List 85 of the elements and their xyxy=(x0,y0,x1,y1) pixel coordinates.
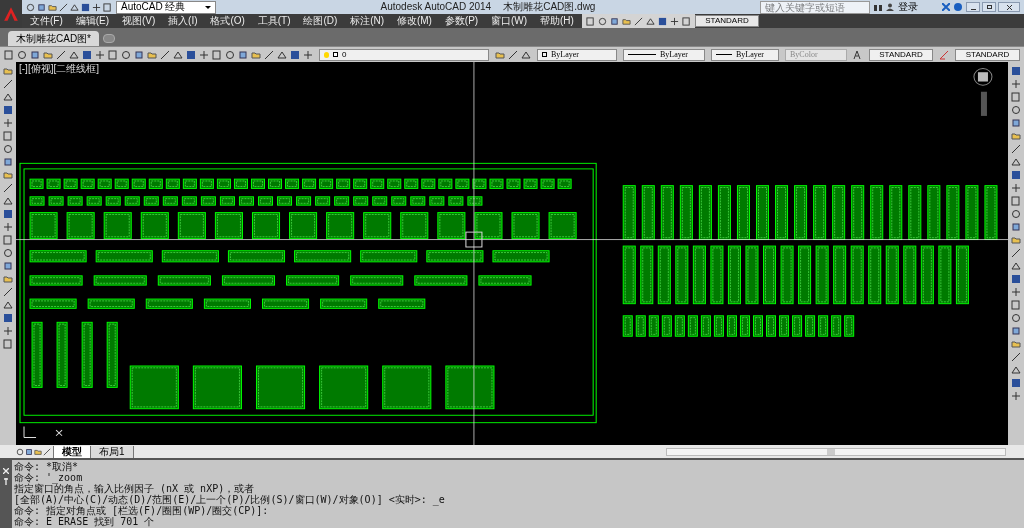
app-menu-button[interactable] xyxy=(0,0,22,28)
text-style-dropdown[interactable]: STANDARD xyxy=(869,48,933,61)
menu-item[interactable]: 文件(F) xyxy=(30,16,63,26)
toolbar-icon[interactable] xyxy=(521,49,531,60)
horizontal-scrollbar[interactable] xyxy=(666,447,1006,456)
toolbar-icon[interactable] xyxy=(225,49,235,60)
menu-item[interactable]: 插入(I) xyxy=(168,16,198,26)
layer-dropdown[interactable]: 0 xyxy=(319,48,489,61)
toolbar-icon[interactable] xyxy=(264,49,274,60)
toolbar-icon[interactable] xyxy=(56,49,66,60)
toolbar-icon[interactable] xyxy=(82,49,92,60)
toolbar-icon[interactable] xyxy=(1011,391,1021,401)
user-icon xyxy=(886,3,894,11)
layout-tab[interactable]: 模型 xyxy=(53,445,91,458)
minimize-button[interactable] xyxy=(966,2,980,12)
toolbar-icon[interactable] xyxy=(134,49,144,60)
maximize-button[interactable] xyxy=(982,2,996,12)
toolbar-icon[interactable] xyxy=(277,49,287,60)
toolbar-icon[interactable] xyxy=(95,49,105,60)
toolbar-icon[interactable] xyxy=(17,49,27,60)
sign-in-link[interactable]: 登录 xyxy=(898,2,938,12)
toolbar-icon[interactable] xyxy=(173,49,183,60)
menu-item[interactable]: 格式(O) xyxy=(210,16,245,26)
menu-item[interactable]: 工具(T) xyxy=(257,16,291,26)
lineweight-dropdown[interactable]: ByLayer xyxy=(711,48,779,61)
toolbar-icon[interactable] xyxy=(92,2,101,12)
app-logo-icon xyxy=(3,6,19,22)
drawing-canvas[interactable]: [-][俯视][二维线框] xyxy=(16,62,1008,445)
menu-item[interactable]: 编辑(E) xyxy=(75,16,109,26)
toolbar-icon[interactable] xyxy=(3,222,13,232)
toolbar-icon[interactable] xyxy=(3,326,13,336)
toolbar-icon[interactable] xyxy=(303,49,313,60)
command-line: 命令: E ERASE 找到 701 个 xyxy=(14,516,155,527)
linetype-dropdown[interactable]: ByLayer xyxy=(623,48,705,61)
menu-item[interactable]: 修改(M) xyxy=(396,16,432,26)
close-button[interactable] xyxy=(998,2,1020,12)
toolbar-icon[interactable] xyxy=(160,49,170,60)
command-line: [全部(A)/中心(C)/动态(D)/范围(E)/上一个(P)/比例(S)/窗口(W)/对象(O)] <实时>: _e xyxy=(14,494,445,505)
toolbar-icon[interactable] xyxy=(121,49,131,60)
app-title: Autodesk AutoCAD 2014 xyxy=(380,2,492,12)
toolbar-icon[interactable] xyxy=(238,49,248,60)
menu-item[interactable]: 帮助(H) xyxy=(540,16,574,26)
dim-style-dropdown[interactable]: STANDARD xyxy=(695,15,759,27)
close-icon[interactable] xyxy=(3,468,9,474)
toolbar-icon[interactable] xyxy=(508,49,518,60)
command-line: 命令: '_zoom xyxy=(14,472,83,483)
toolbar-icon[interactable] xyxy=(1011,183,1021,193)
workspace-dropdown[interactable]: AutoCAD 经典 xyxy=(116,0,216,14)
toolbar-icon[interactable] xyxy=(186,49,196,60)
menu-item[interactable]: 参数(P) xyxy=(444,16,479,26)
toolbar-icon[interactable] xyxy=(108,49,118,60)
toolbar-icon[interactable] xyxy=(290,49,300,60)
color-dropdown[interactable]: ByLayer xyxy=(537,48,617,61)
search-field[interactable]: 键入关键字或短语 xyxy=(760,0,870,14)
viewport-label[interactable]: [-][俯视][二维线框] xyxy=(19,64,99,74)
document-tab[interactable]: 木制雕花CAD图* xyxy=(8,31,99,46)
toolbar-icon[interactable] xyxy=(3,118,13,128)
command-line: 命令: *取消* xyxy=(14,461,80,472)
menu-item[interactable]: 标注(N) xyxy=(350,16,385,26)
menu-item[interactable]: 视图(V) xyxy=(121,16,156,26)
toolbar-icon[interactable] xyxy=(670,16,679,26)
toolbar-icon[interactable] xyxy=(30,49,40,60)
text-style-icon[interactable] xyxy=(853,49,863,60)
toolbar-icon[interactable] xyxy=(1011,79,1021,89)
toolbar-icon[interactable] xyxy=(212,49,222,60)
bulb-icon xyxy=(324,51,329,58)
toolbar-icon[interactable] xyxy=(103,2,112,12)
close-icon xyxy=(1006,4,1012,10)
toolbar-icon[interactable] xyxy=(1011,287,1021,297)
toolbar-icon[interactable] xyxy=(3,339,13,349)
toolbar-icon[interactable] xyxy=(199,49,209,60)
command-line: 指定窗口的角点，输入比例因子 (nX 或 nXP)，或者 xyxy=(14,483,256,494)
table-style-icon[interactable] xyxy=(939,49,949,60)
layout-tab[interactable]: 布局1 xyxy=(91,445,134,458)
toolbar-icon[interactable] xyxy=(69,49,79,60)
menu-item[interactable]: 绘图(D) xyxy=(303,16,338,26)
file-title: 木制雕花CAD图.dwg xyxy=(503,2,596,12)
menu-item[interactable]: 窗口(W) xyxy=(491,16,528,26)
layer-color-swatch xyxy=(333,52,338,57)
toolbar-icon[interactable] xyxy=(682,16,691,26)
caret-icon xyxy=(205,5,211,9)
command-line: 命令: 指定对角点或 [栏选(F)/圈围(WP)/圈交(CP)]: xyxy=(14,505,269,516)
toolbar-icon[interactable] xyxy=(1011,66,1021,76)
table-style-dropdown[interactable]: STANDARD xyxy=(955,48,1020,61)
toolbar-icon[interactable] xyxy=(4,49,14,60)
